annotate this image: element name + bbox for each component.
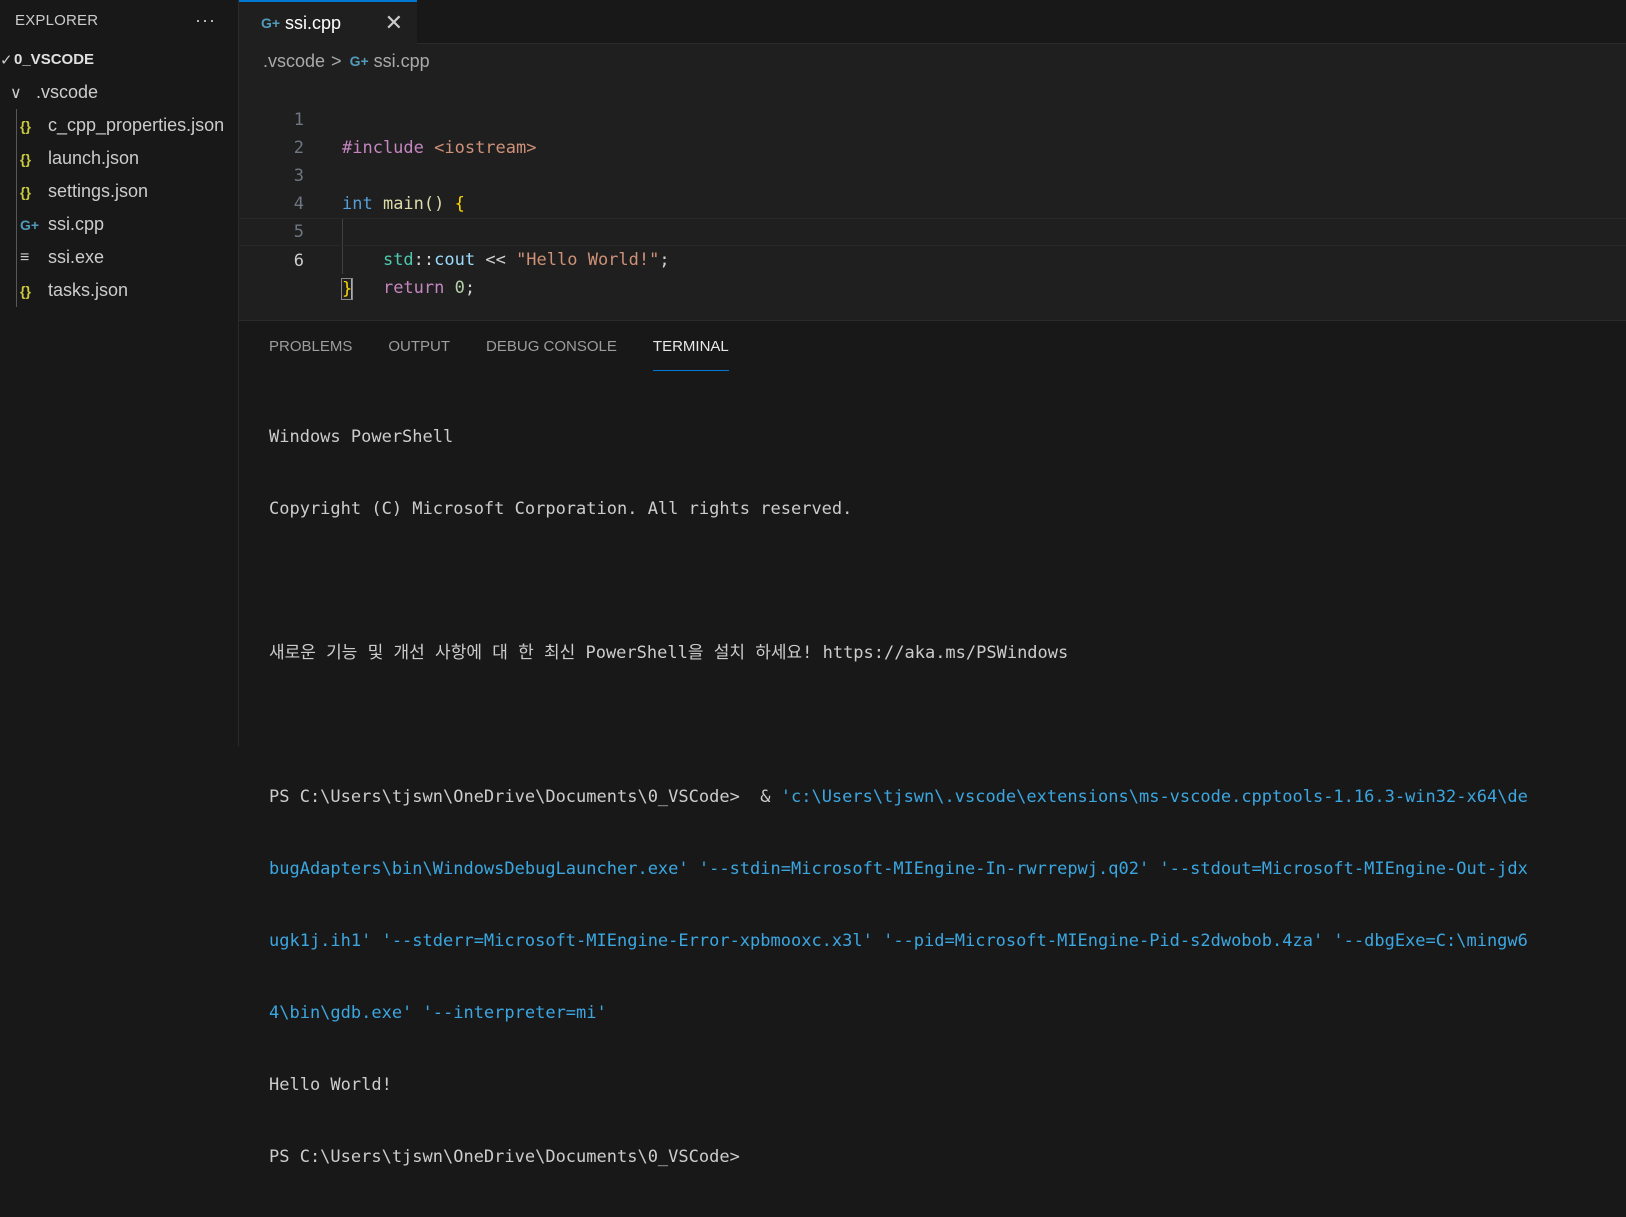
file-label: ssi.exe	[48, 247, 105, 267]
tab-label: ssi.cpp	[285, 12, 342, 33]
file-label: launch.json	[48, 148, 140, 168]
chevron-down-icon: ∨	[10, 84, 22, 102]
token-scope: ::	[413, 250, 435, 270]
file-item-settings[interactable]: {} settings.json	[0, 175, 238, 208]
folder-label: .vscode	[36, 82, 99, 102]
text-cursor	[351, 278, 354, 300]
indent-guide	[16, 175, 17, 208]
tab-terminal[interactable]: TERMINAL	[652, 321, 729, 371]
file-label: tasks.json	[48, 280, 129, 300]
indent-guide	[16, 208, 17, 241]
terminal-line: PS C:\Users\tjswn\OneDrive\Documents\0_V…	[269, 785, 1626, 809]
code-line: 5 return 0;	[239, 190, 1626, 298]
cpp-icon: G+	[349, 53, 369, 69]
explorer-header: EXPLORER ···	[0, 0, 238, 40]
token-string: "Hello World!"	[516, 250, 660, 270]
terminal-prompt: PS C:\Users\tjswn\OneDrive\Documents\0_V…	[269, 787, 781, 807]
file-item-ssi-cpp[interactable]: G+ ssi.cpp	[0, 208, 238, 241]
token-semicolon: ;	[659, 250, 670, 270]
chevron-down-icon: ✓	[0, 51, 13, 69]
bottom-panel: PROBLEMS OUTPUT DEBUG CONSOLE TERMINAL W…	[239, 320, 1626, 1167]
file-item-c-cpp-properties[interactable]: {} c_cpp_properties.json	[0, 109, 238, 142]
code-text: return 0;	[342, 274, 475, 302]
line-number: 6	[293, 251, 304, 271]
code-editor[interactable]: .vscode > G+ ssi.cpp 1 #include <iostrea…	[239, 44, 1626, 320]
breadcrumb-folder[interactable]: .vscode	[263, 51, 325, 72]
close-icon[interactable]: ✕	[385, 10, 403, 36]
code-line: 3 int main() {	[239, 134, 1626, 214]
file-item-launch[interactable]: {} launch.json	[0, 142, 238, 175]
json-icon: {}	[20, 150, 31, 167]
terminal-command: ugk1j.ih1' '--stderr=Microsoft-MIEngine-…	[269, 931, 1528, 951]
indent-guide	[16, 241, 17, 274]
file-label: ssi.cpp	[48, 214, 105, 234]
terminal-output[interactable]: Windows PowerShell Copyright (C) Microso…	[239, 371, 1626, 1217]
tab-output[interactable]: OUTPUT	[388, 321, 450, 371]
workspace-root[interactable]: ✓ 0_VSCODE	[0, 43, 238, 76]
editor-tab-bar: G+ ssi.cpp ✕	[239, 0, 1626, 44]
workspace-root-label: 0_VSCODE	[14, 51, 95, 68]
explorer-title: EXPLORER	[15, 11, 99, 29]
file-item-ssi-exe[interactable]: ≡ ssi.exe	[0, 241, 238, 274]
terminal-prompt: PS C:\Users\tjswn\OneDrive\Documents\0_V…	[269, 1147, 740, 1167]
code-line: 4 std::cout << "Hello World!";	[239, 162, 1626, 270]
terminal-command: 'c:\Users\tjswn\.vscode\extensions\ms-vs…	[780, 787, 1528, 807]
tab-ssi-cpp[interactable]: G+ ssi.cpp ✕	[239, 0, 417, 44]
cpp-icon: G+	[261, 15, 281, 31]
panel-tab-bar: PROBLEMS OUTPUT DEBUG CONSOLE TERMINAL	[239, 321, 1626, 371]
chevron-right-icon: >	[331, 50, 342, 71]
more-actions-icon[interactable]: ···	[195, 10, 216, 31]
breadcrumb: .vscode > G+ ssi.cpp	[239, 44, 1626, 78]
indent-guide	[16, 142, 17, 175]
indent-guide	[342, 246, 343, 274]
json-icon: {}	[20, 117, 31, 134]
terminal-line: 새로운 기능 및 개선 사항에 대 한 최신 PowerShell을 설치 하세…	[269, 643, 1069, 663]
indent-guide	[16, 274, 17, 307]
terminal-command: 4\bin\gdb.exe' '--interpreter=mi'	[269, 1003, 607, 1023]
code-line: 1 #include <iostream>	[239, 78, 1626, 158]
token-number: 0	[444, 278, 465, 298]
token-namespace: std	[382, 250, 414, 270]
tab-debug-console[interactable]: DEBUG CONSOLE	[486, 321, 617, 371]
code-area[interactable]: 1 #include <iostream> 2 3 int main() { 4…	[239, 78, 1626, 300]
file-label: c_cpp_properties.json	[48, 115, 225, 135]
exe-icon: ≡	[20, 248, 30, 266]
file-item-tasks[interactable]: {} tasks.json	[0, 274, 238, 307]
token-variable: cout	[434, 250, 476, 270]
code-line: 2	[239, 106, 1626, 158]
token-semicolon: ;	[464, 278, 476, 298]
json-icon: {}	[20, 183, 31, 200]
terminal-line: Copyright (C) Microsoft Corporation. All…	[269, 499, 853, 519]
terminal-line: Hello World!	[269, 1075, 392, 1095]
terminal-line: Windows PowerShell	[269, 427, 454, 447]
code-text: std::cout << "Hello World!";	[342, 246, 670, 274]
token-keyword: return	[382, 278, 445, 298]
file-label: settings.json	[48, 181, 149, 201]
current-code-line: 6 }	[239, 218, 1626, 300]
json-icon: {}	[20, 282, 31, 299]
indent-guide	[16, 109, 17, 142]
breadcrumb-file[interactable]: ssi.cpp	[374, 51, 430, 72]
explorer-sidebar: EXPLORER ··· ✓ 0_VSCODE ∨ .vscode {} c_c…	[0, 0, 239, 746]
token-operator: <<	[475, 250, 517, 270]
tab-problems[interactable]: PROBLEMS	[269, 321, 352, 371]
folder-vscode[interactable]: ∨ .vscode	[0, 76, 238, 109]
terminal-command: bugAdapters\bin\WindowsDebugLauncher.exe…	[269, 859, 1528, 879]
cpp-icon: G+	[20, 216, 40, 233]
code-text: }	[340, 275, 354, 303]
